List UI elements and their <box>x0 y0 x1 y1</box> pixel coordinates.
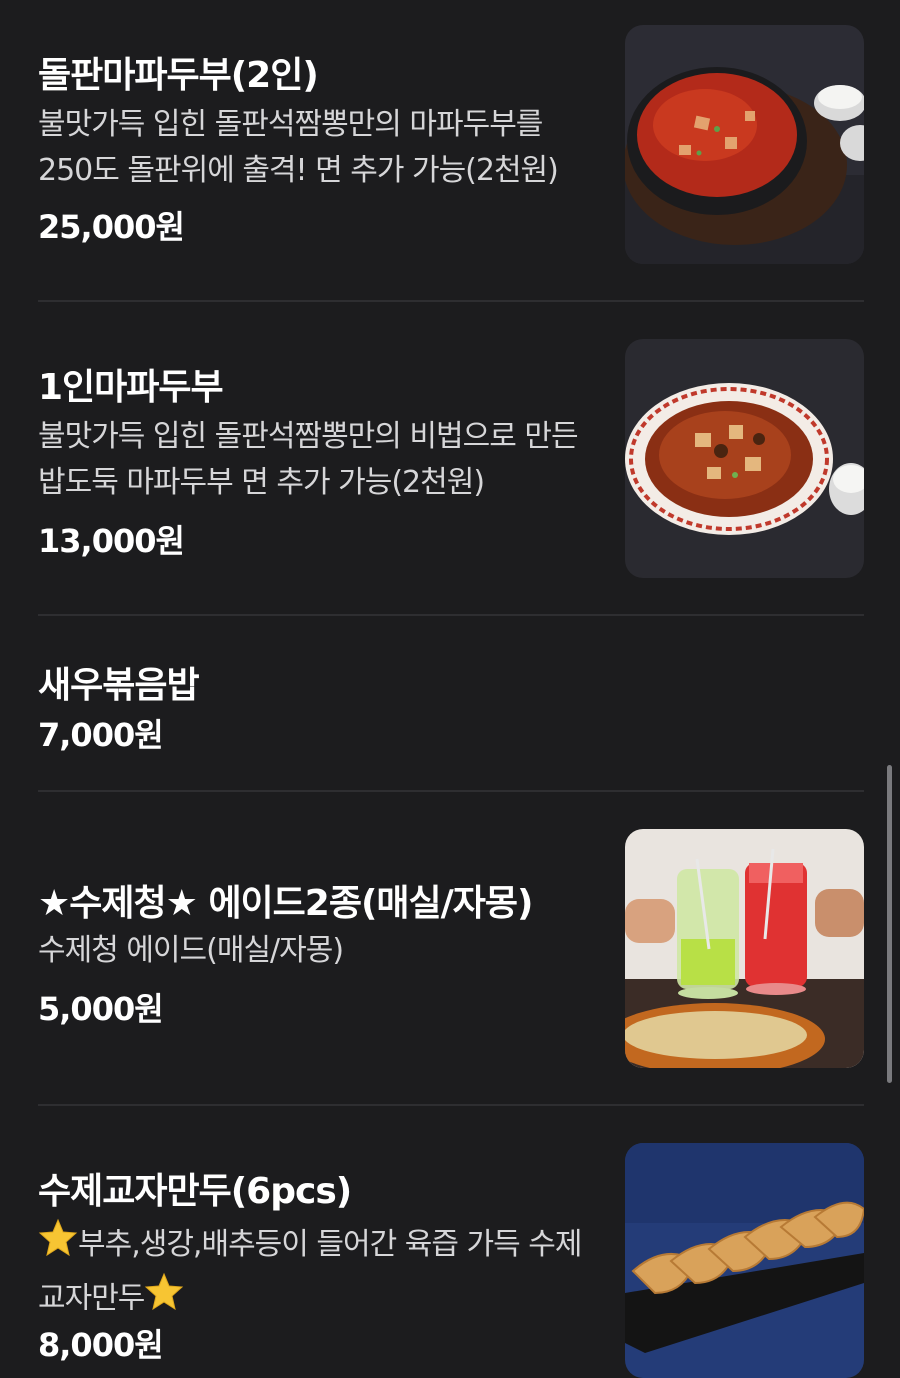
menu-item-price: 7,000원 <box>38 716 164 754</box>
menu-item-mapo-tofu-1p[interactable]: 1인마파두부 불맛가득 입힌 돌판석짬뽕만의 비법으로 만든 밥도둑 마파두부 … <box>38 302 864 614</box>
star-emoji-icon <box>38 1218 78 1272</box>
menu-item-title: 돌판마파두부(2인) <box>38 55 319 96</box>
menu-item-title: 새우볶음밥 <box>38 665 200 706</box>
mapo-tofu-bowl-photo <box>625 339 864 578</box>
star-emoji-icon <box>144 1272 184 1310</box>
menu-item-price: 13,000원 <box>38 522 185 560</box>
menu-item-description: 불맛가득 입힌 돌판석짬뽕만의 마파두부를 250도 돌판위에 출격! 면 추가… <box>38 107 559 188</box>
menu-item-title: 1인마파두부 <box>38 367 224 408</box>
menu-item-title: 수제교자만두(6pcs) <box>38 1171 352 1212</box>
menu-item-price: 5,000원 <box>38 990 164 1028</box>
menu-item-dumplings[interactable]: 수제교자만두(6pcs) 부추,생강,배추등이 들어간 육즙 가득 수제교자만두… <box>38 1106 864 1378</box>
scrollbar[interactable] <box>887 765 892 1083</box>
menu-item-price: 8,000원 <box>38 1326 164 1364</box>
menu-item-shrimp-fried-rice[interactable]: 새우볶음밥 7,000원 <box>38 616 864 790</box>
mapo-tofu-stone-pot-photo <box>625 25 864 264</box>
menu-item-description: 수제청 에이드(매실/자몽) <box>38 933 344 968</box>
dumplings-photo <box>625 1143 864 1378</box>
menu-item-title: ★수제청★ 에이드2종(매실/자몽) <box>38 883 534 924</box>
menu-item-mapo-tofu-2p[interactable]: 돌판마파두부(2인) 불맛가득 입힌 돌판석짬뽕만의 마파두부를 250도 돌판… <box>38 0 864 300</box>
menu-item-description: 부추,생강,배추등이 들어간 육즙 가득 수제교자만두 <box>38 1218 598 1310</box>
ade-drinks-photo <box>625 829 864 1068</box>
menu-item-description: 불맛가득 입힌 돌판석짬뽕만의 비법으로 만든 밥도둑 마파두부 면 추가 가능… <box>38 419 579 500</box>
description-text: 부추,생강,배추등이 들어간 육즙 가득 수제교자만두 <box>38 1227 582 1310</box>
menu-list: 돌판마파두부(2인) 불맛가득 입힌 돌판석짬뽕만의 마파두부를 250도 돌판… <box>0 0 900 1378</box>
menu-item-price: 25,000원 <box>38 208 185 246</box>
menu-item-ade[interactable]: ★수제청★ 에이드2종(매실/자몽) 수제청 에이드(매실/자몽) 5,000원 <box>38 792 864 1104</box>
